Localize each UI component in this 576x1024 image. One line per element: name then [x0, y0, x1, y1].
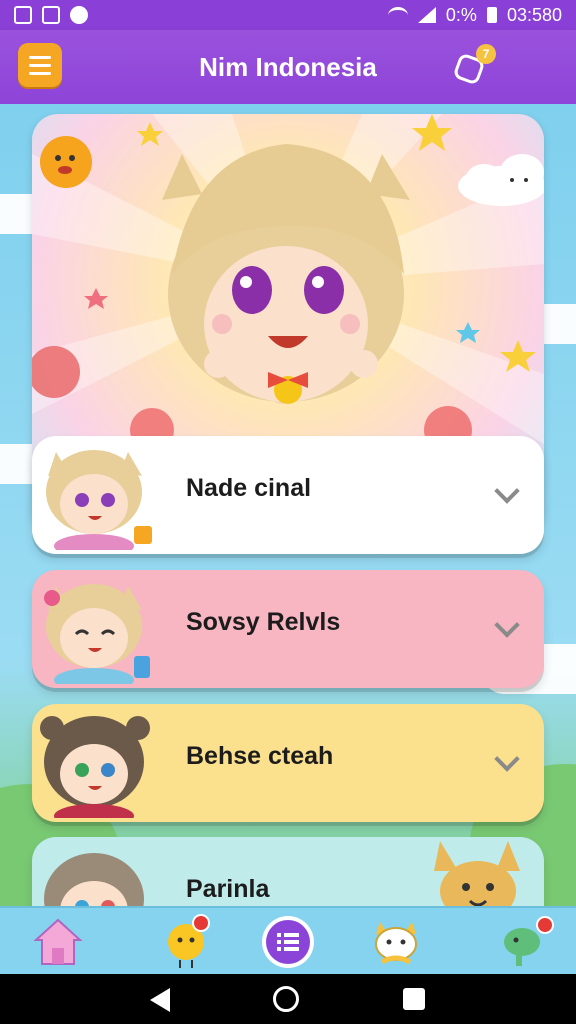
status-left [14, 6, 88, 24]
chevron-down-icon[interactable] [494, 478, 520, 504]
main-content[interactable]: Nade cinal Sovsy Relvls Behse cteah Pari… [0, 104, 576, 906]
bottom-nav [0, 906, 576, 976]
notification-badge [536, 916, 554, 934]
signal-icon [417, 7, 436, 23]
edit-icon [14, 6, 32, 24]
recents-icon[interactable] [403, 988, 425, 1010]
list-item[interactable]: Behse cteah [32, 704, 544, 822]
wifi-icon [387, 6, 408, 24]
avatar [46, 450, 152, 550]
status-right: 0:% 03:580 [387, 4, 562, 26]
chick-icon [40, 136, 92, 188]
home-icon [33, 918, 83, 965]
nav-list[interactable] [260, 914, 316, 970]
home-button-icon[interactable] [273, 986, 299, 1012]
cat-icon [375, 922, 417, 965]
list-item[interactable]: Sovsy Relvls [32, 570, 544, 688]
list-item-label: Sovsy Relvls [186, 608, 341, 636]
nav-chick[interactable] [160, 914, 216, 970]
avatar [44, 853, 144, 906]
list-item-label: Nade cinal [186, 474, 312, 502]
system-nav-bar [0, 974, 576, 1024]
app-bar: Nim Indonesia 7 [0, 30, 576, 104]
list-icon [262, 916, 314, 968]
nav-dino[interactable] [496, 914, 554, 970]
clock: 03:580 [506, 4, 562, 25]
list-item[interactable]: Nade cinal [32, 436, 544, 554]
chevron-down-icon[interactable] [494, 746, 520, 772]
avatar [44, 584, 150, 684]
nav-home[interactable] [30, 914, 86, 970]
screenshot-icon [42, 6, 60, 24]
chevron-down-icon[interactable] [494, 612, 520, 638]
timer-icon [70, 6, 88, 24]
nav-cat[interactable] [368, 914, 424, 970]
list-item-label: Behse cteah [186, 742, 334, 770]
back-icon[interactable] [150, 988, 170, 1012]
battery-icon [486, 7, 497, 23]
notification-button[interactable]: 7 [452, 44, 496, 88]
avatar [40, 716, 150, 818]
status-bar: 0:% 03:580 [0, 0, 576, 30]
notification-badge: 7 [476, 44, 496, 64]
list-item-label: Parinla [186, 875, 270, 903]
list-item[interactable]: Parinla [32, 837, 544, 906]
cloud-icon [458, 154, 544, 206]
fox-mascot-icon [434, 841, 520, 906]
battery-percent: 0:% [445, 4, 477, 25]
notification-badge [192, 914, 210, 932]
